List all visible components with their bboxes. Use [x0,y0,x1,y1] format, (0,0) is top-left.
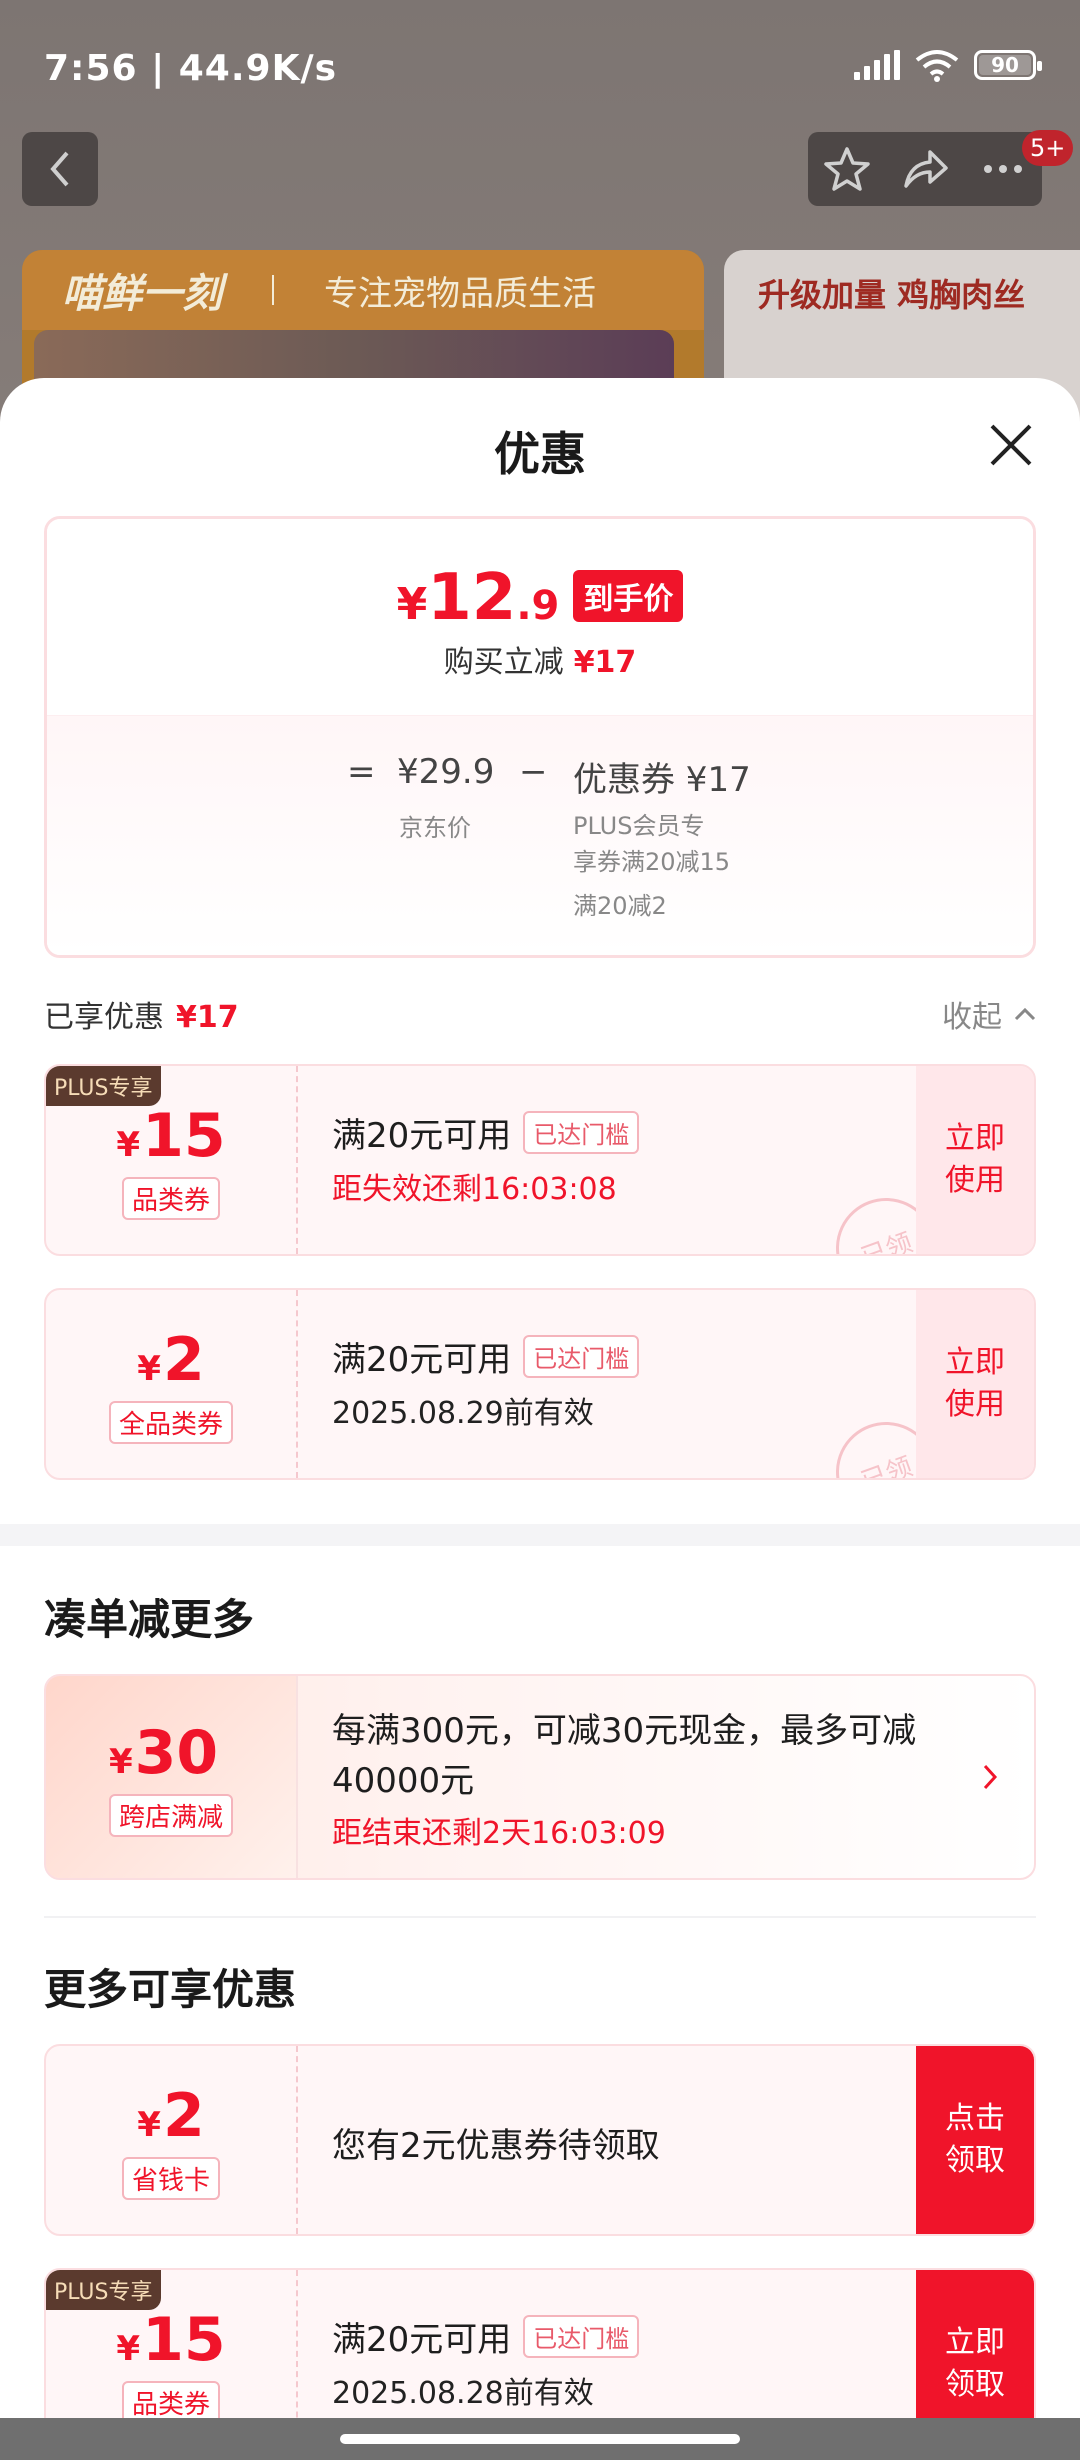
star-icon[interactable] [822,144,872,194]
sheet-title: 优惠 [494,427,586,481]
coupon-countdown: 距失效还剩16:03:08 [332,1172,617,1207]
status-icons: 90 [854,48,1042,82]
side-banner-text: 升级加量 鸡胸肉丝 [758,276,1026,314]
claim-button[interactable]: 点击 领取 [916,2046,1034,2234]
close-icon[interactable] [986,420,1036,470]
coupon-desc-2: 享券满20减15 [573,848,731,876]
signal-icon [854,50,900,80]
message-badge: 5+ [1022,130,1074,166]
coupon-kind: 省钱卡 [121,2156,220,2200]
status-bar: 7:56 | 44.9K/s 90 [0,0,1080,130]
coupon-amount: ¥15 [116,1100,226,1171]
coupon-total: 优惠券 ¥17 [573,760,751,800]
wifi-icon [914,48,960,82]
more-icon[interactable] [978,144,1028,194]
battery-icon: 90 [974,50,1042,80]
plus-badge: PLUS专享 [46,1066,161,1106]
promo-amount: ¥30 [108,1717,219,1788]
final-price: ¥ 12 .9 到手价 [47,561,1033,635]
use-now-button[interactable]: 立即 使用 [916,1066,1034,1254]
price-formula: = ¥29.9 − 优惠券 ¥17 京东价 PLUS会员专 享券满20减15 满… [47,715,1033,955]
jd-price: ¥29.9 [397,752,495,792]
cross-store-promo[interactable]: ¥30 跨店满减 每满300元，可减30元现金，最多可减40000元 距结束还剩… [44,1674,1036,1880]
collapse-button[interactable]: 收起 [942,992,1036,1036]
plus-badge: PLUS专享 [46,2270,161,2310]
promo-kind: 跨店满减 [108,1793,233,1837]
section-title-more: 凑单减更多 [44,1595,255,1644]
coupon-kind: 品类券 [121,1176,220,1220]
threshold-badge: 已达门槛 [523,1111,640,1154]
coupon-desc-1: PLUS会员专 [573,812,705,840]
coupon-condition: 满20元可用 已达门槛 [332,2312,640,2361]
saving-card-coupon: ¥2 省钱卡 您有2元优惠券待领取 点击 领取 [44,2044,1036,2236]
promo-description: 每满300元，可减30元现金，最多可减40000元 [332,1711,917,1801]
jd-price-label: 京东价 [399,814,471,842]
top-actions [808,132,1042,206]
coupon-card: ¥15 品类券 PLUS专享 满20元可用 已达门槛 2025.08.28前有效… [44,2268,1036,2418]
threshold-badge: 已达门槛 [523,1335,640,1378]
coupon-desc-3: 满20减2 [573,892,667,920]
brand-slogan: 专注宠物品质生活 [324,273,596,314]
promo-countdown: 距结束还剩2天16:03:09 [332,1816,666,1851]
coupon-description: 您有2元优惠券待领取 [332,2126,660,2166]
immediate-discount: 购买立减 ¥17 [443,645,637,680]
coupon-kind: 全品类券 [108,1400,233,1444]
coupon-condition: 满20元可用 已达门槛 [332,1332,640,1381]
coupon-validity: 2025.08.29前有效 [332,1396,594,1431]
home-indicator[interactable] [0,2418,1080,2460]
coupon-card: ¥2 全品类券 满20元可用 已达门槛 2025.08.29前有效 已领 立即 … [44,1288,1036,1480]
coupon-amount: ¥15 [116,2304,226,2375]
chevron-right-icon [983,1764,998,1790]
enjoyed-discount: 已享优惠 ¥17 [44,1000,239,1035]
battery-level: 90 [991,53,1019,77]
chevron-left-icon [50,151,69,187]
claim-button[interactable]: 立即 领取 [916,2270,1034,2418]
coupon-validity: 2025.08.28前有效 [332,2376,594,2411]
coupon-amount: ¥2 [137,2080,205,2151]
share-icon[interactable] [900,144,950,194]
use-now-button[interactable]: 立即 使用 [916,1290,1034,1478]
coupon-card: ¥15 品类券 PLUS专享 满20元可用 已达门槛 距失效还剩16:03:08… [44,1064,1036,1256]
brand-logo-text: 喵鲜一刻 [62,271,222,317]
discount-sheet: 优惠 ¥ 12 .9 到手价 购买立减 ¥17 = ¥29.9 − 优惠券 ¥17… [0,378,1080,2418]
back-button[interactable] [22,132,98,206]
status-time: 7:56 | 44.9K/s [44,48,338,89]
chevron-up-icon [1014,1007,1036,1021]
coupon-condition: 满20元可用 已达门槛 [332,1108,640,1157]
threshold-badge: 已达门槛 [523,2315,640,2358]
final-price-tag: 到手价 [573,570,684,622]
price-summary-card: ¥ 12 .9 到手价 购买立减 ¥17 = ¥29.9 − 优惠券 ¥17 京东… [44,516,1036,958]
coupon-kind: 品类券 [121,2380,220,2418]
section-title-extra: 更多可享优惠 [44,1965,297,2014]
coupon-amount: ¥2 [137,1324,205,1395]
